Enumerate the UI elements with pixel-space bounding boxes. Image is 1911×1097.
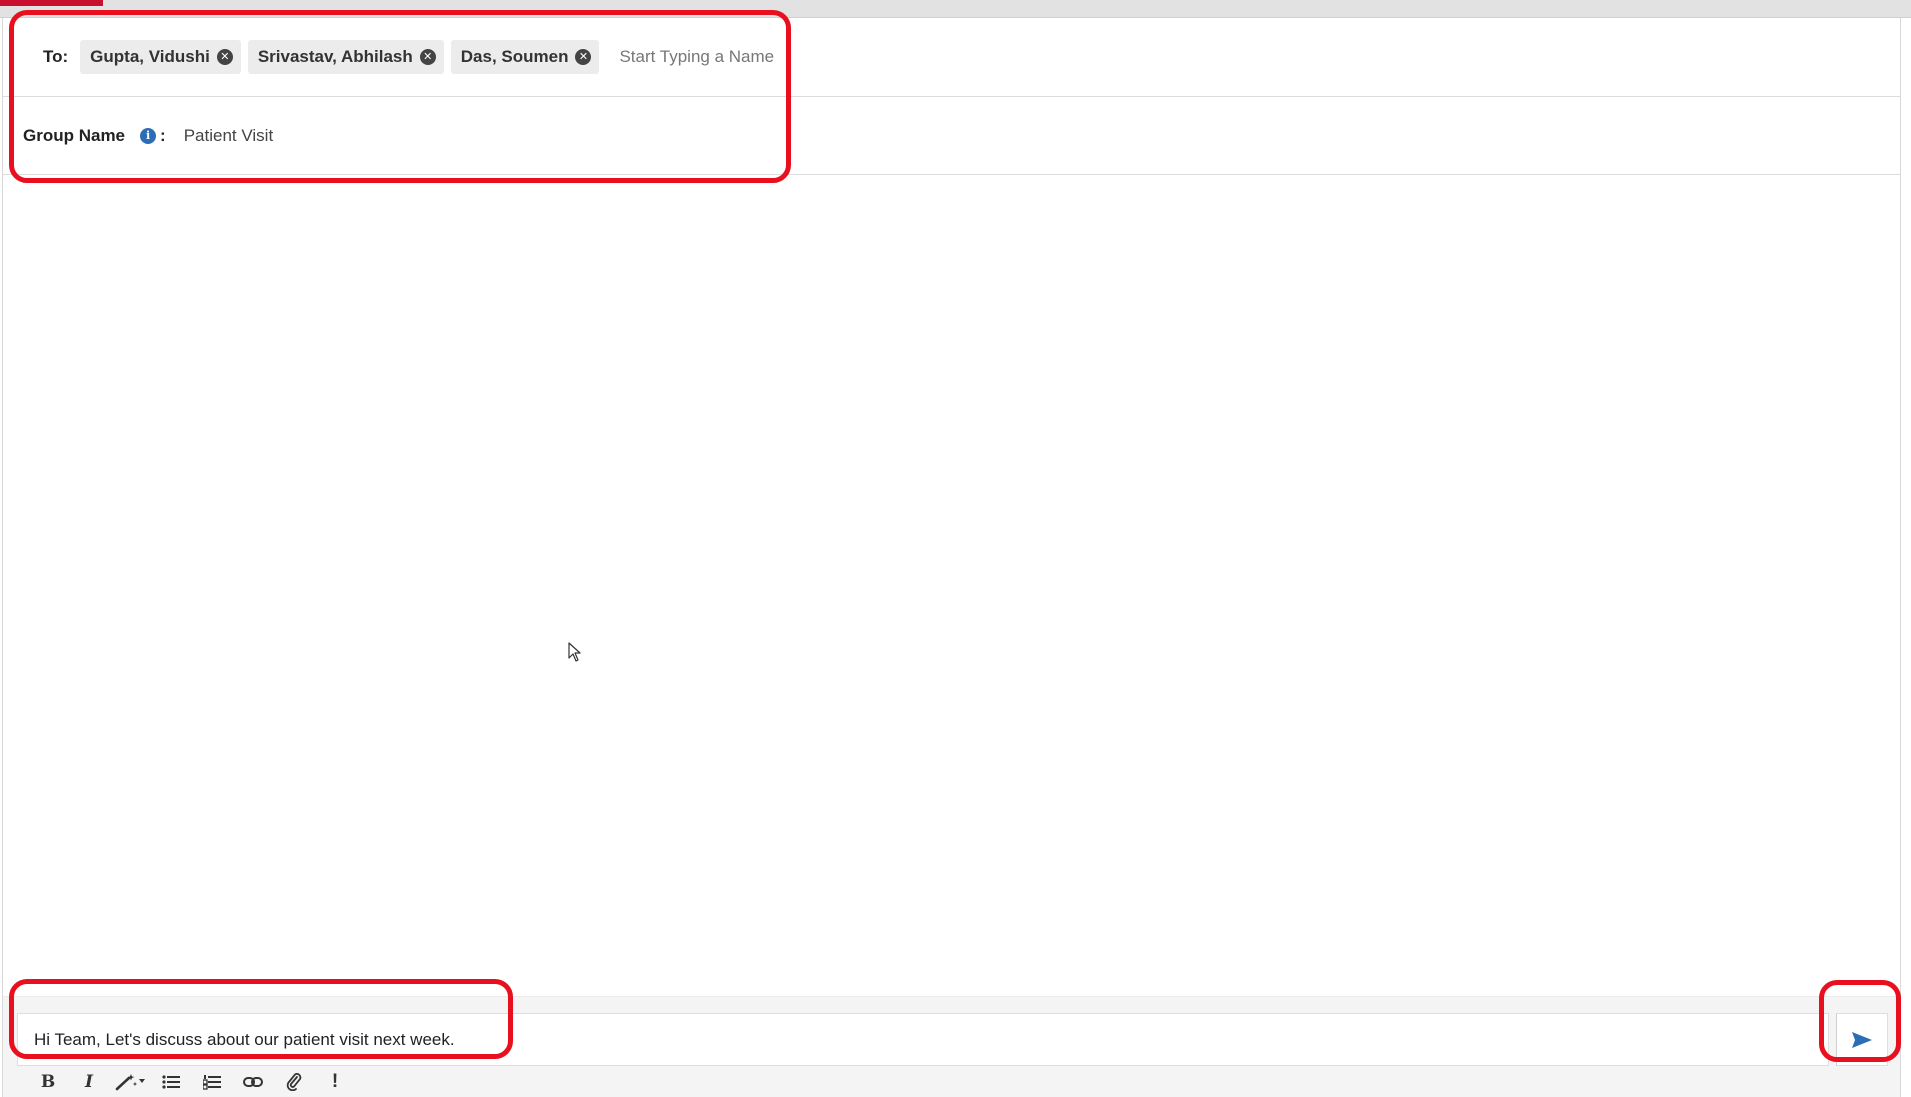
top-accent-bar <box>0 0 103 6</box>
remove-recipient-icon[interactable]: ✕ <box>419 49 436 65</box>
magic-wand-icon <box>115 1074 145 1091</box>
composer: Hi Team, Let's discuss about our patient… <box>3 996 1900 1097</box>
group-name-colon: : <box>160 125 166 145</box>
priority-button[interactable]: ! <box>318 1069 352 1095</box>
recipient-search-input[interactable] <box>619 47 820 67</box>
recipient-name: Gupta, Vidushi <box>90 47 210 66</box>
recipient-name: Srivastav, Abhilash <box>257 47 413 66</box>
group-name-label: Group Name <box>23 125 126 145</box>
format-toolbar: B I ! <box>31 1067 359 1097</box>
to-label: To: <box>43 47 69 66</box>
bold-button[interactable]: B <box>31 1069 65 1095</box>
bold-icon: B <box>40 1072 56 1092</box>
bullet-list-button[interactable] <box>154 1069 188 1095</box>
paperclip-icon <box>286 1073 302 1091</box>
recipient-name: Das, Soumen <box>460 47 569 66</box>
top-strip <box>0 0 1911 18</box>
magic-format-button[interactable] <box>113 1069 147 1095</box>
message-input[interactable]: Hi Team, Let's discuss about our patient… <box>17 1013 1829 1066</box>
info-icon[interactable]: i <box>140 127 157 144</box>
send-icon <box>1852 1031 1872 1048</box>
exclamation-icon: ! <box>331 1071 339 1092</box>
remove-recipient-icon[interactable]: ✕ <box>216 49 233 65</box>
bullet-list-icon <box>162 1075 180 1089</box>
group-name-field[interactable]: Patient Visit <box>184 126 273 146</box>
numbered-list-button[interactable] <box>195 1069 229 1095</box>
recipient-chip: Srivastav, Abhilash ✕ <box>247 40 444 74</box>
italic-icon: I <box>85 1072 93 1092</box>
message-thread-area <box>3 176 1900 996</box>
new-message-panel: To: Gupta, Vidushi ✕ Srivastav, Abhilash… <box>2 18 1901 1097</box>
numbered-list-icon <box>203 1075 221 1090</box>
recipients-row: To: Gupta, Vidushi ✕ Srivastav, Abhilash… <box>3 18 1900 97</box>
link-button[interactable] <box>236 1069 270 1095</box>
mouse-cursor-icon <box>568 642 581 662</box>
recipient-chip: Das, Soumen ✕ <box>450 40 600 74</box>
group-name-row: Group Name i : Patient Visit <box>3 97 1900 175</box>
attach-button[interactable] <box>277 1069 311 1095</box>
link-icon <box>243 1077 263 1087</box>
italic-button[interactable]: I <box>72 1069 106 1095</box>
recipient-chip: Gupta, Vidushi ✕ <box>80 40 241 74</box>
remove-recipient-icon[interactable]: ✕ <box>575 49 592 65</box>
message-text: Hi Team, Let's discuss about our patient… <box>34 1029 455 1049</box>
send-button[interactable] <box>1836 1013 1888 1066</box>
